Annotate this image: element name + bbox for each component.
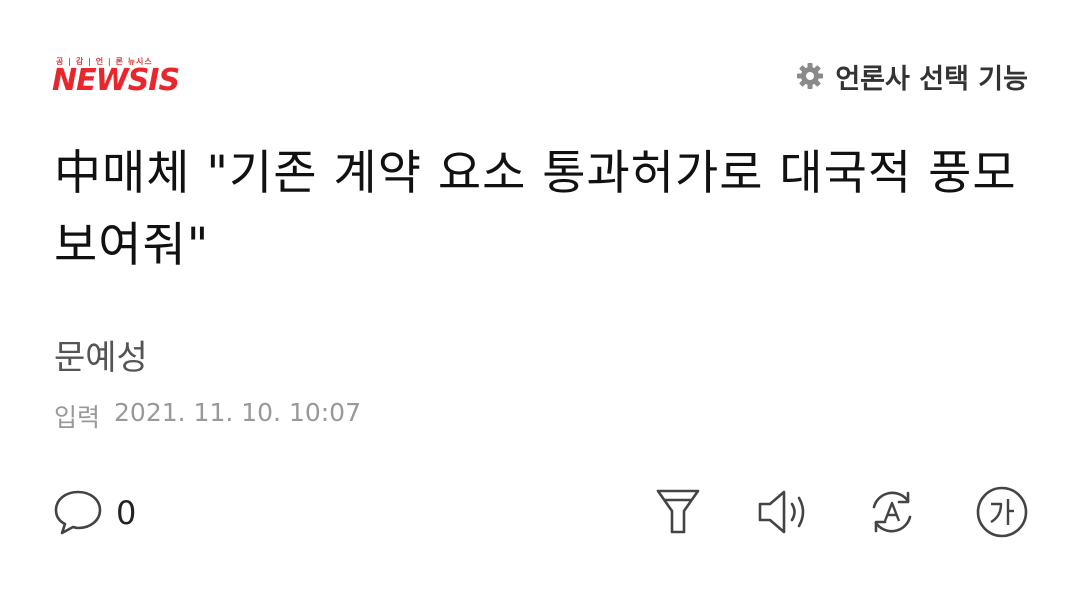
summary-icon	[653, 485, 703, 543]
newsis-logo[interactable]: 공 | 감 | 언 | 론 뉴시스 NEWSIS	[52, 56, 202, 98]
gear-icon	[795, 61, 825, 91]
tts-button[interactable]	[756, 486, 812, 542]
article-header: 공 | 감 | 언 | 론 뉴시스 NEWSIS 언론사 선택 기능	[0, 0, 1080, 120]
font-size-icon	[974, 484, 1030, 544]
translate-button[interactable]	[864, 486, 920, 542]
press-select-button[interactable]: 언론사 선택 기능	[795, 58, 1028, 95]
article-headline: 中매체 "기존 계약 요소 통과허가로 대국적 풍모 보여줘"	[54, 146, 1017, 273]
comment-count[interactable]: 0	[116, 494, 136, 532]
article-author[interactable]: 문예성	[54, 330, 148, 379]
press-select-label: 언론사 선택 기능	[835, 63, 1028, 95]
article-toolbar: 0	[0, 480, 1080, 550]
comment-icon	[51, 485, 105, 543]
translate-icon	[864, 485, 920, 543]
speaker-icon	[755, 485, 813, 543]
date-label: 입력	[54, 403, 101, 432]
logo-wordmark: NEWSIS	[52, 63, 180, 98]
article-dateline: 입력 2021. 11. 10. 10:07	[54, 398, 361, 434]
date-value: 2021. 11. 10. 10:07	[114, 398, 361, 427]
summary-button[interactable]	[650, 486, 706, 542]
comment-button[interactable]	[50, 486, 106, 542]
font-size-button[interactable]	[974, 486, 1030, 542]
